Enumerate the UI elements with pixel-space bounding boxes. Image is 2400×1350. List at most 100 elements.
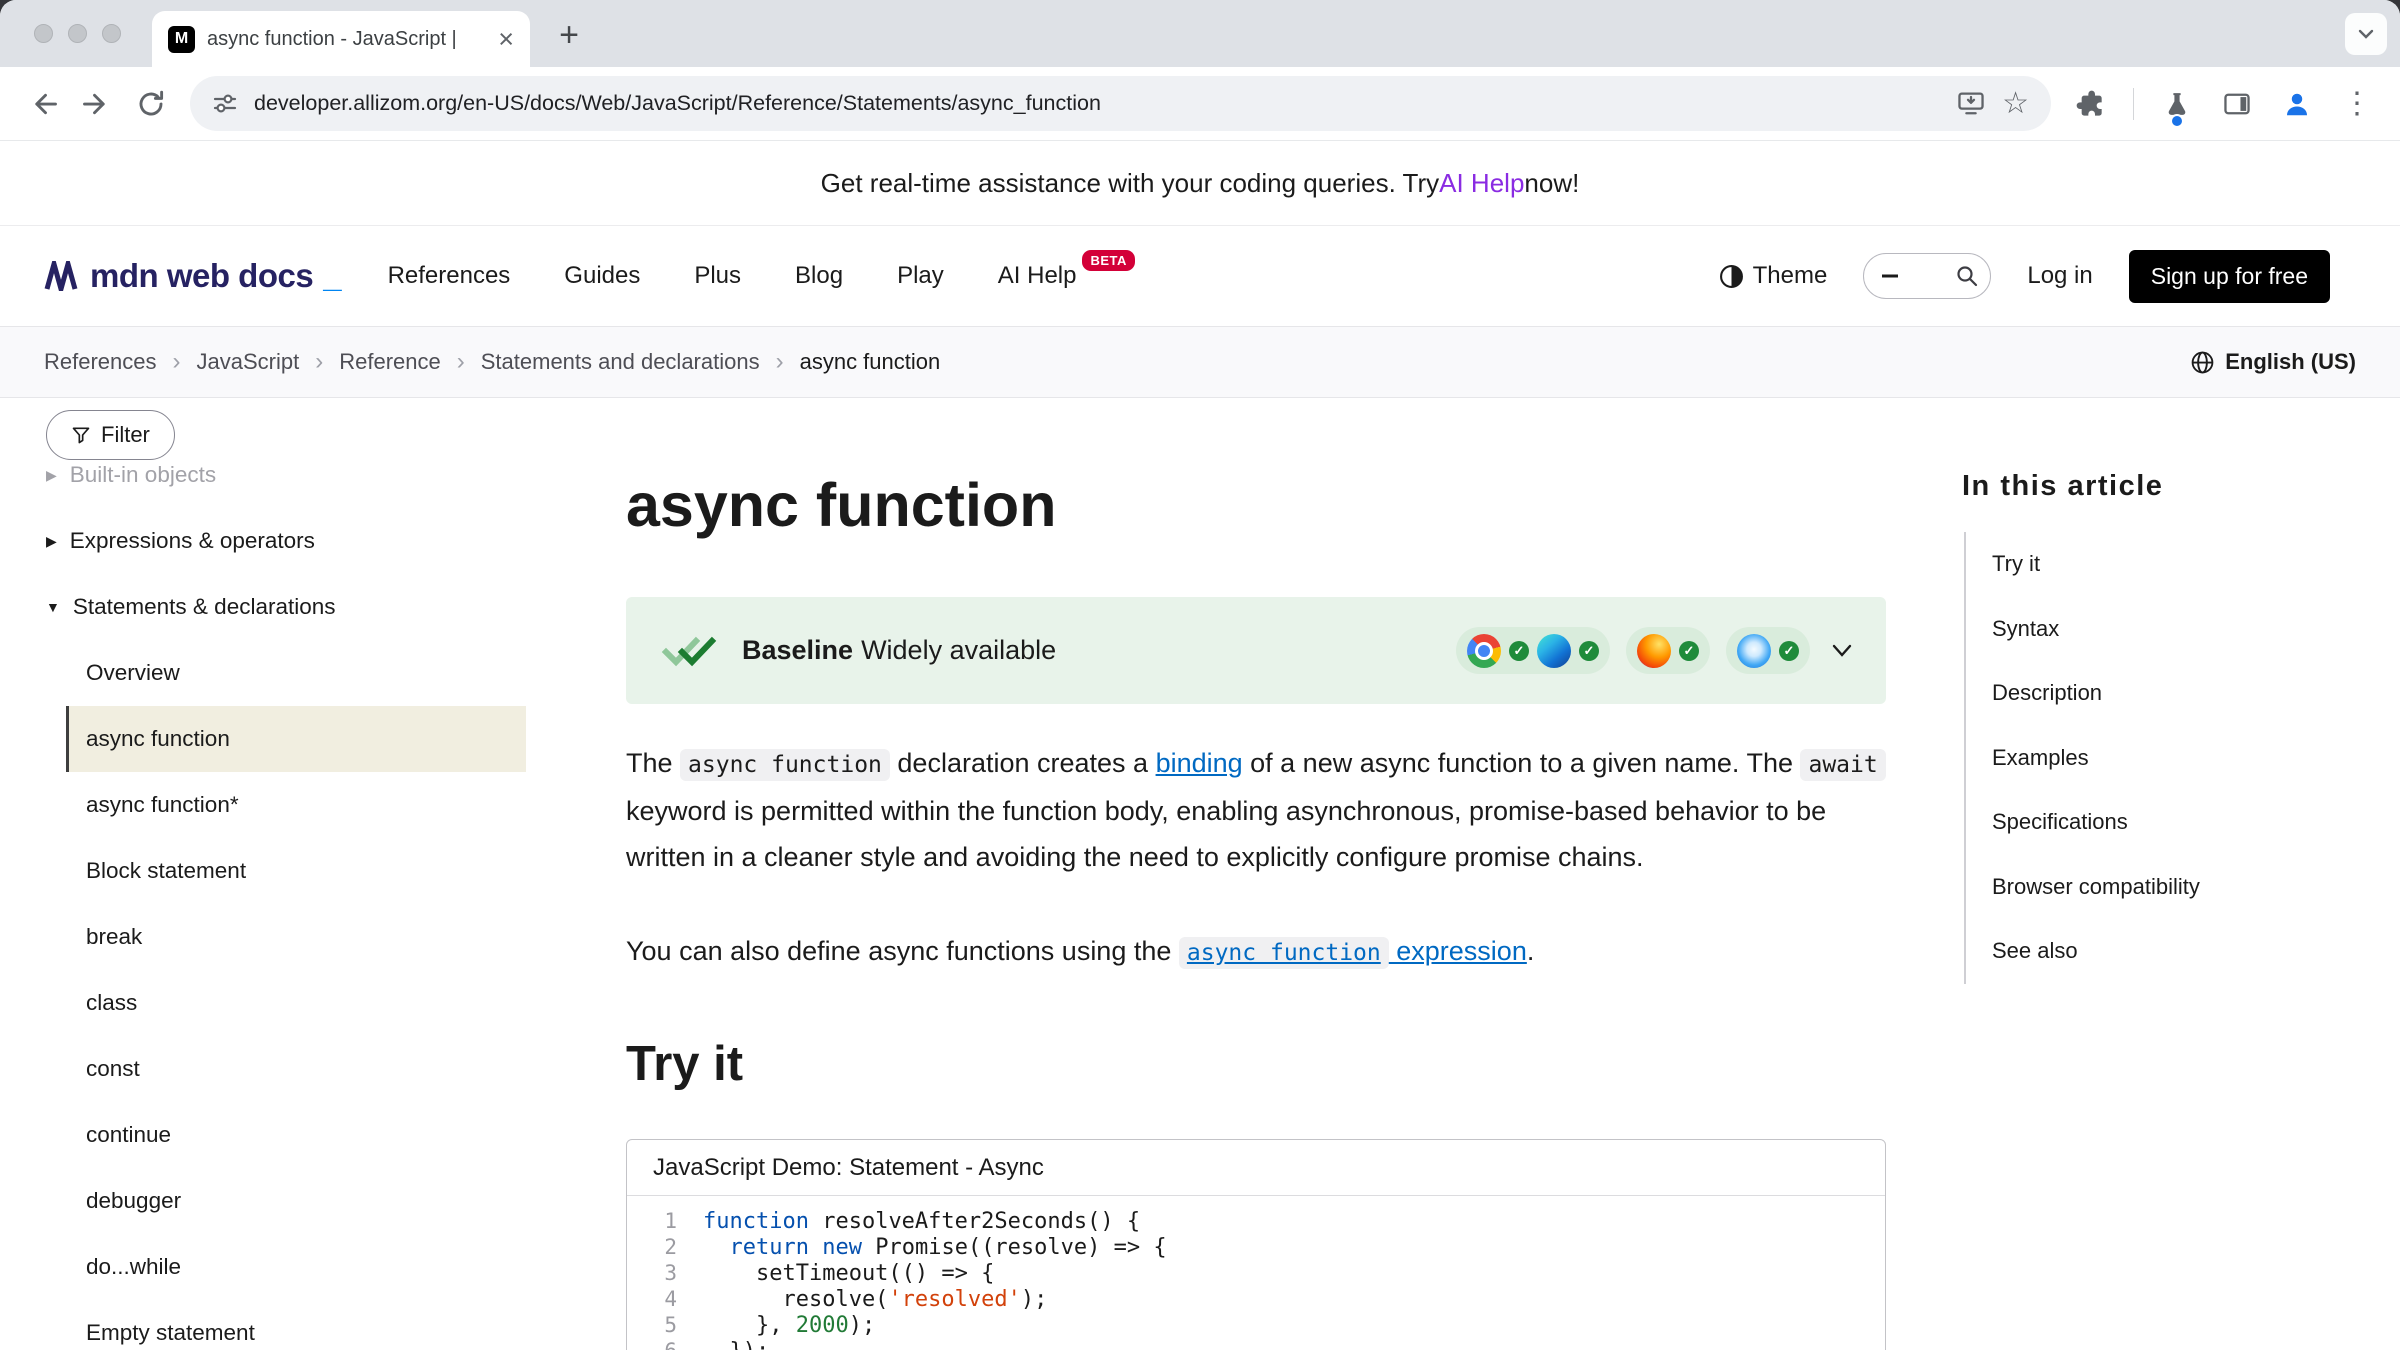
code-text: }, 2000); (703, 1313, 875, 1338)
code-token: 'resolved' (888, 1287, 1020, 1312)
window-close-button[interactable] (34, 24, 53, 43)
toc-item-browser-compatibility[interactable]: Browser compatibility (1992, 855, 2400, 920)
binding-link[interactable]: binding (1156, 748, 1243, 778)
line-number: 3 (627, 1261, 677, 1285)
code-token: resolve( (703, 1287, 888, 1312)
sidebar-item-block-statement[interactable]: Block statement (66, 838, 526, 904)
code-token: Promise((resolve) => { (862, 1235, 1167, 1260)
profile-avatar-icon[interactable] (2270, 77, 2324, 131)
breadcrumb-item-reference[interactable]: Reference (339, 349, 441, 375)
toc-item-description[interactable]: Description (1992, 661, 2400, 726)
theme-toggle[interactable]: Theme (1719, 262, 1828, 290)
window-minimize-button[interactable] (68, 24, 87, 43)
async-function-expression-link[interactable]: async function expression (1179, 936, 1527, 966)
extensions-icon[interactable] (2063, 77, 2117, 131)
nav-item-play[interactable]: Play (897, 262, 944, 290)
baseline-expand-chevron-icon[interactable] (1832, 644, 1852, 658)
support-check-icon: ✓ (1509, 641, 1529, 661)
nav-item-plus[interactable]: Plus (694, 262, 741, 290)
code-token: ); (849, 1313, 876, 1338)
sidebar-item-label: const (86, 1056, 140, 1082)
tab-strip: M async function - JavaScript | × + (0, 0, 2400, 67)
tab-close-icon[interactable]: × (498, 26, 514, 53)
baseline-banner[interactable]: BaselineWidely available ✓✓✓✓ (626, 597, 1886, 704)
nav-item-blog[interactable]: Blog (795, 262, 843, 290)
sidebar-item-const[interactable]: const (66, 1036, 526, 1102)
toc-item-see-also[interactable]: See also (1992, 919, 2400, 984)
page-body: Filter ▶Built-in objects▶Expressions & o… (0, 398, 2400, 1350)
code-line: 4 resolve('resolved'); (627, 1286, 1885, 1312)
triangle-down-icon: ▼ (46, 599, 60, 615)
breadcrumb-item-references[interactable]: References (44, 349, 157, 375)
expression-link-text: expression (1389, 936, 1527, 966)
sidebar-item-debugger[interactable]: debugger (66, 1168, 526, 1234)
browser-menu-icon[interactable]: ⋮ (2330, 77, 2384, 131)
url-text[interactable]: developer.allizom.org/en-US/docs/Web/Jav… (254, 91, 1940, 116)
back-button[interactable] (16, 77, 70, 131)
second-paragraph: You can also define async functions usin… (626, 928, 1886, 976)
sidebar-group-statements-declarations[interactable]: ▼ Statements & declarations (0, 574, 570, 640)
install-icon[interactable] (1956, 89, 1986, 119)
promo-banner: Get real-time assistance with your codin… (0, 141, 2400, 226)
login-link[interactable]: Log in (2027, 262, 2092, 290)
filter-label: Filter (101, 422, 150, 448)
code-token: return (730, 1235, 809, 1260)
language-switcher[interactable]: English (US) (2190, 349, 2356, 375)
window-zoom-button[interactable] (102, 24, 121, 43)
sidebar-item-overview[interactable]: Overview (66, 640, 526, 706)
sidebar-group-built-in-objects[interactable]: ▶Built-in objects (0, 456, 570, 508)
sidebar-group-expressions-operators[interactable]: ▶Expressions & operators (0, 508, 570, 574)
site-settings-icon[interactable] (212, 91, 238, 117)
code-editor[interactable]: 1function resolveAfter2Seconds() {2 retu… (627, 1196, 1885, 1350)
forward-button[interactable] (70, 77, 124, 131)
filter-button[interactable]: Filter (46, 410, 175, 460)
sidebar-item-do-while[interactable]: do...while (66, 1234, 526, 1300)
experiments-flask-icon[interactable] (2150, 77, 2204, 131)
chevron-down-icon (2356, 24, 2376, 44)
line-number: 4 (627, 1287, 677, 1311)
interactive-demo: JavaScript Demo: Statement - Async 1func… (626, 1139, 1886, 1350)
sidebar-item-continue[interactable]: continue (66, 1102, 526, 1168)
sidebar-item-empty-statement[interactable]: Empty statement (66, 1300, 526, 1350)
search-input[interactable] (1863, 253, 1991, 299)
breadcrumb-item-javascript[interactable]: JavaScript (197, 349, 300, 375)
nav-item-guides[interactable]: Guides (564, 262, 640, 290)
side-panel-icon[interactable] (2210, 77, 2264, 131)
ai-help-link[interactable]: AI Help (1439, 168, 1524, 199)
bookmark-star-icon[interactable]: ☆ (2002, 89, 2029, 119)
sidebar-item-class[interactable]: class (66, 970, 526, 1036)
toc-item-syntax[interactable]: Syntax (1992, 597, 2400, 662)
browser-tab[interactable]: M async function - JavaScript | × (152, 11, 530, 67)
support-check-icon: ✓ (1679, 641, 1699, 661)
sidebar-item-async-function[interactable]: async function* (66, 772, 526, 838)
search-icon[interactable] (1955, 264, 1979, 288)
breadcrumb-item-statements-and-declarations[interactable]: Statements and declarations (481, 349, 760, 375)
support-check-icon: ✓ (1779, 641, 1799, 661)
toc-item-try-it[interactable]: Try it (1992, 532, 2400, 597)
nav-item-label: Guides (564, 262, 640, 290)
inline-code-await: await (1800, 749, 1885, 781)
sidebar-item-async-function[interactable]: async function (66, 706, 526, 772)
tab-search-button[interactable] (2345, 13, 2387, 55)
url-bar[interactable]: developer.allizom.org/en-US/docs/Web/Jav… (190, 76, 2051, 131)
code-line: 3 setTimeout(() => { (627, 1260, 1885, 1286)
signup-button[interactable]: Sign up for free (2129, 250, 2330, 303)
toolbar-actions: ⋮ (2063, 77, 2384, 131)
sidebar-group-label: Statements & declarations (73, 594, 336, 620)
reload-button[interactable] (124, 77, 178, 131)
nav-item-references[interactable]: References (388, 262, 511, 290)
toc-item-specifications[interactable]: Specifications (1992, 790, 2400, 855)
filter-funnel-icon (71, 425, 91, 445)
line-number: 2 (627, 1235, 677, 1259)
window-controls (34, 24, 121, 43)
baseline-status: BaselineWidely available (742, 635, 1056, 666)
kebab-icon: ⋮ (2342, 86, 2372, 121)
browser-pill: ✓✓ (1456, 627, 1610, 674)
browser-pill: ✓ (1626, 627, 1710, 674)
triangle-right-icon: ▶ (46, 533, 57, 550)
sidebar-item-break[interactable]: break (66, 904, 526, 970)
toc-item-examples[interactable]: Examples (1992, 726, 2400, 791)
nav-item-ai-help[interactable]: AI HelpBETA (998, 262, 1135, 290)
new-tab-button[interactable]: + (546, 12, 592, 58)
mdn-logo[interactable]: mdn web docs_ (44, 257, 342, 295)
